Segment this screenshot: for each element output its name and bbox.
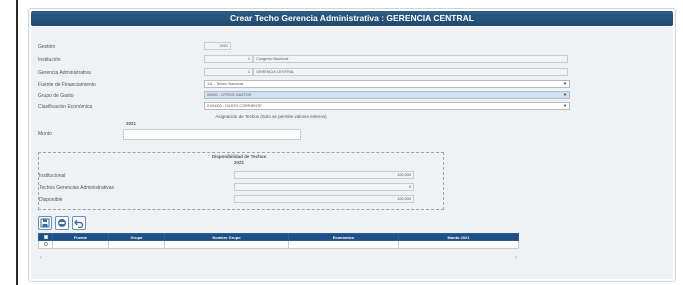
- form-panel: Gestión 2021 Institución 1 Congreso Naci…: [31, 27, 673, 279]
- horizontal-scrollbar[interactable]: ‹ ›: [38, 255, 519, 261]
- table-cell: [164, 240, 289, 249]
- institucion-name-field: Congreso Nacional: [253, 55, 568, 63]
- fuente-label: Fuente de Financiamiento: [38, 82, 96, 88]
- fuente-select[interactable]: 111 - Tesoro Nacional ▼: [204, 80, 570, 88]
- disponibilidad-row-label: Institucional: [39, 173, 66, 179]
- asignacion-title: Asignación de Techos (Solo se permite va…: [215, 114, 327, 119]
- techos-table: Fuente Grupo Nombre Grupo Económico Mont…: [38, 233, 519, 249]
- gerencia-code-field: 1: [204, 68, 253, 76]
- grupo-select[interactable]: 00000 - OTROS GASTOS ▼: [204, 91, 570, 99]
- column-header: Económico: [288, 233, 399, 241]
- dialog-window: Crear Techo Gerencia Administrativa : GE…: [28, 8, 676, 282]
- scroll-left-icon[interactable]: ‹: [40, 255, 42, 261]
- institucion-label: Institución: [38, 57, 61, 63]
- table-cell: [52, 240, 109, 249]
- asignacion-year: 2021: [125, 121, 136, 126]
- disponibilidad-row-label: Disponible: [39, 197, 63, 203]
- select-all-header[interactable]: [38, 233, 53, 241]
- cancel-icon: [58, 219, 66, 227]
- dropdown-arrow-icon: ▼: [563, 103, 567, 108]
- save-icon: [40, 218, 50, 228]
- scroll-right-icon[interactable]: ›: [515, 255, 517, 261]
- table-cell: [398, 240, 519, 249]
- disponibilidad-box: Disponibilidad de Techos 2021 Institucio…: [38, 152, 444, 210]
- gerencia-label: Gerencia Administrativa: [38, 70, 91, 76]
- column-header: Nombre Grupo: [164, 233, 289, 241]
- disponibilidad-row-value: 0: [234, 183, 414, 191]
- dialog-title: Crear Techo Gerencia Administrativa : GE…: [31, 11, 673, 26]
- left-border-line: [16, 0, 18, 285]
- checkbox-icon: [43, 234, 48, 239]
- row-radio[interactable]: [38, 240, 53, 249]
- disponibilidad-row-value: 100,000: [234, 195, 414, 203]
- clasificacion-select-value: 2100000 - GASTO CORRIENTE: [207, 104, 262, 108]
- grupo-select-value: 00000 - OTROS GASTOS: [207, 93, 252, 97]
- table-header-row: Fuente Grupo Nombre Grupo Económico Mont…: [38, 233, 519, 241]
- column-header: Fuente: [52, 233, 109, 241]
- clasificacion-select[interactable]: 2100000 - GASTO CORRIENTE ▼: [204, 102, 570, 110]
- gerencia-name-field: GERENCIA CENTRAL: [253, 68, 568, 76]
- table-cell: [108, 240, 165, 249]
- cancel-button[interactable]: [55, 216, 69, 230]
- radio-icon: [43, 242, 48, 246]
- undo-button[interactable]: [72, 216, 86, 230]
- gestion-field: 2021: [204, 42, 231, 50]
- disponibilidad-row-value: 100,000: [234, 171, 414, 179]
- column-header: Monto 2021: [398, 233, 519, 241]
- table-cell: [288, 240, 399, 249]
- disponibilidad-title: Disponibilidad de Techos: [211, 154, 267, 159]
- dropdown-arrow-icon: ▼: [563, 81, 567, 86]
- monto-label: Monto: [38, 131, 52, 137]
- fuente-select-value: 111 - Tesoro Nacional: [207, 82, 244, 86]
- institucion-code-field: 1: [204, 55, 253, 63]
- undo-icon: [74, 219, 84, 228]
- dropdown-arrow-icon: ▼: [563, 92, 567, 97]
- disponibilidad-year: 2021: [233, 160, 244, 165]
- disponibilidad-row-label: Techos Gerencias Administrativas: [39, 185, 115, 191]
- gestion-label: Gestión: [38, 44, 56, 50]
- table-row[interactable]: [38, 240, 519, 249]
- grupo-label: Grupo de Gasto: [38, 93, 74, 99]
- save-button[interactable]: [38, 216, 52, 230]
- monto-input[interactable]: [123, 129, 301, 140]
- clasificacion-label: Clasificación Económica: [38, 104, 93, 110]
- column-header: Grupo: [108, 233, 165, 241]
